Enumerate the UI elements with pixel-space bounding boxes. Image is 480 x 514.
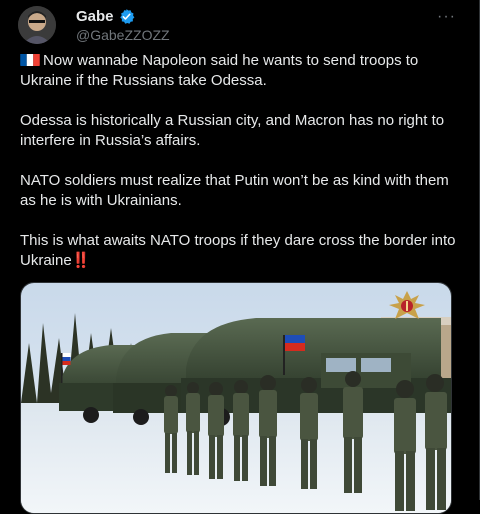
tweet-paragraph-1: Now wannabe Napoleon said he wants to se… <box>20 52 419 89</box>
tweet-paragraph-4: This is what awaits NATO troops if they … <box>20 232 456 269</box>
tweet-paragraph-2: Odessa is historically a Russian city, a… <box>20 112 445 149</box>
tweet-paragraph-3: NATO soldiers must realize that Putin wo… <box>20 172 449 209</box>
verified-badge-icon <box>118 8 135 25</box>
tweet-video[interactable] <box>20 282 452 514</box>
author-display-name[interactable]: Gabe <box>76 8 114 25</box>
more-options-icon[interactable]: ··· <box>437 8 456 26</box>
russian-mod-emblem-icon <box>385 289 429 330</box>
double-exclamation-icon: ‼️ <box>71 252 91 269</box>
tweet-text: Now wannabe Napoleon said he wants to se… <box>20 51 460 291</box>
tweet-header: Gabe @GabeZZOZZ ··· <box>16 6 464 46</box>
avatar[interactable] <box>18 6 56 44</box>
author-handle[interactable]: @GabeZZOZZ <box>76 27 170 43</box>
france-flag-icon <box>20 53 40 66</box>
